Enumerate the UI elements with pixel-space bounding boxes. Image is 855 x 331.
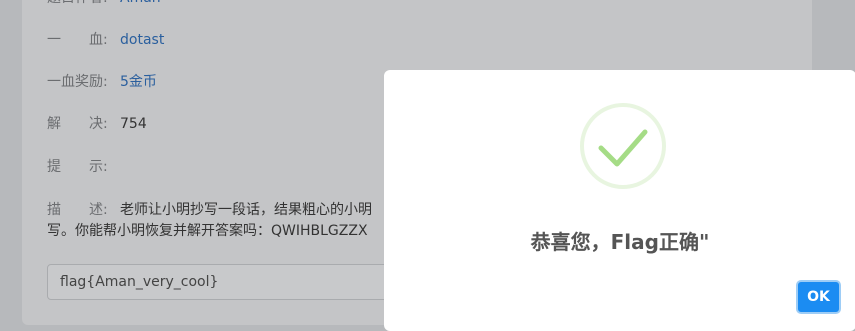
- hint-row: 提 示:: [47, 157, 120, 177]
- author-label: 题目作者:: [47, 0, 120, 8]
- success-dialog: 恭喜您，Flag正确" OK: [384, 70, 855, 331]
- first-blood-row: 一 血: dotast: [47, 30, 164, 50]
- description-line-2: 写。你能帮小明恢复并解开答案吗：QWIHBLGZZX: [47, 223, 368, 239]
- solves-label: 解 决:: [47, 116, 108, 132]
- author-row: 题目作者: Aman: [47, 0, 161, 8]
- description-label: 描 述:: [47, 202, 108, 218]
- author-value[interactable]: Aman: [120, 0, 161, 8]
- reward-row: 一血奖励: 5金币: [47, 72, 157, 92]
- reward-label: 一血奖励:: [47, 74, 108, 90]
- description-continuation: 写。你能帮小明恢复并解开答案吗：QWIHBLGZZX: [47, 221, 368, 241]
- description-line-1: 老师让小明抄写一段话，结果粗心的小明: [120, 202, 372, 218]
- first-blood-label: 一 血:: [47, 32, 108, 48]
- reward-value: 5金币: [120, 74, 157, 90]
- first-blood-value[interactable]: dotast: [120, 30, 164, 50]
- dialog-title: 恭喜您，Flag正确": [530, 230, 710, 254]
- ok-button[interactable]: OK: [796, 280, 841, 314]
- description-row: 描 述: 老师让小明抄写一段话，结果粗心的小明: [47, 200, 372, 220]
- hint-label: 提 示:: [47, 159, 108, 175]
- success-check-icon: [579, 102, 667, 190]
- solves-value: 754: [120, 116, 147, 132]
- solves-row: 解 决: 754: [47, 114, 147, 134]
